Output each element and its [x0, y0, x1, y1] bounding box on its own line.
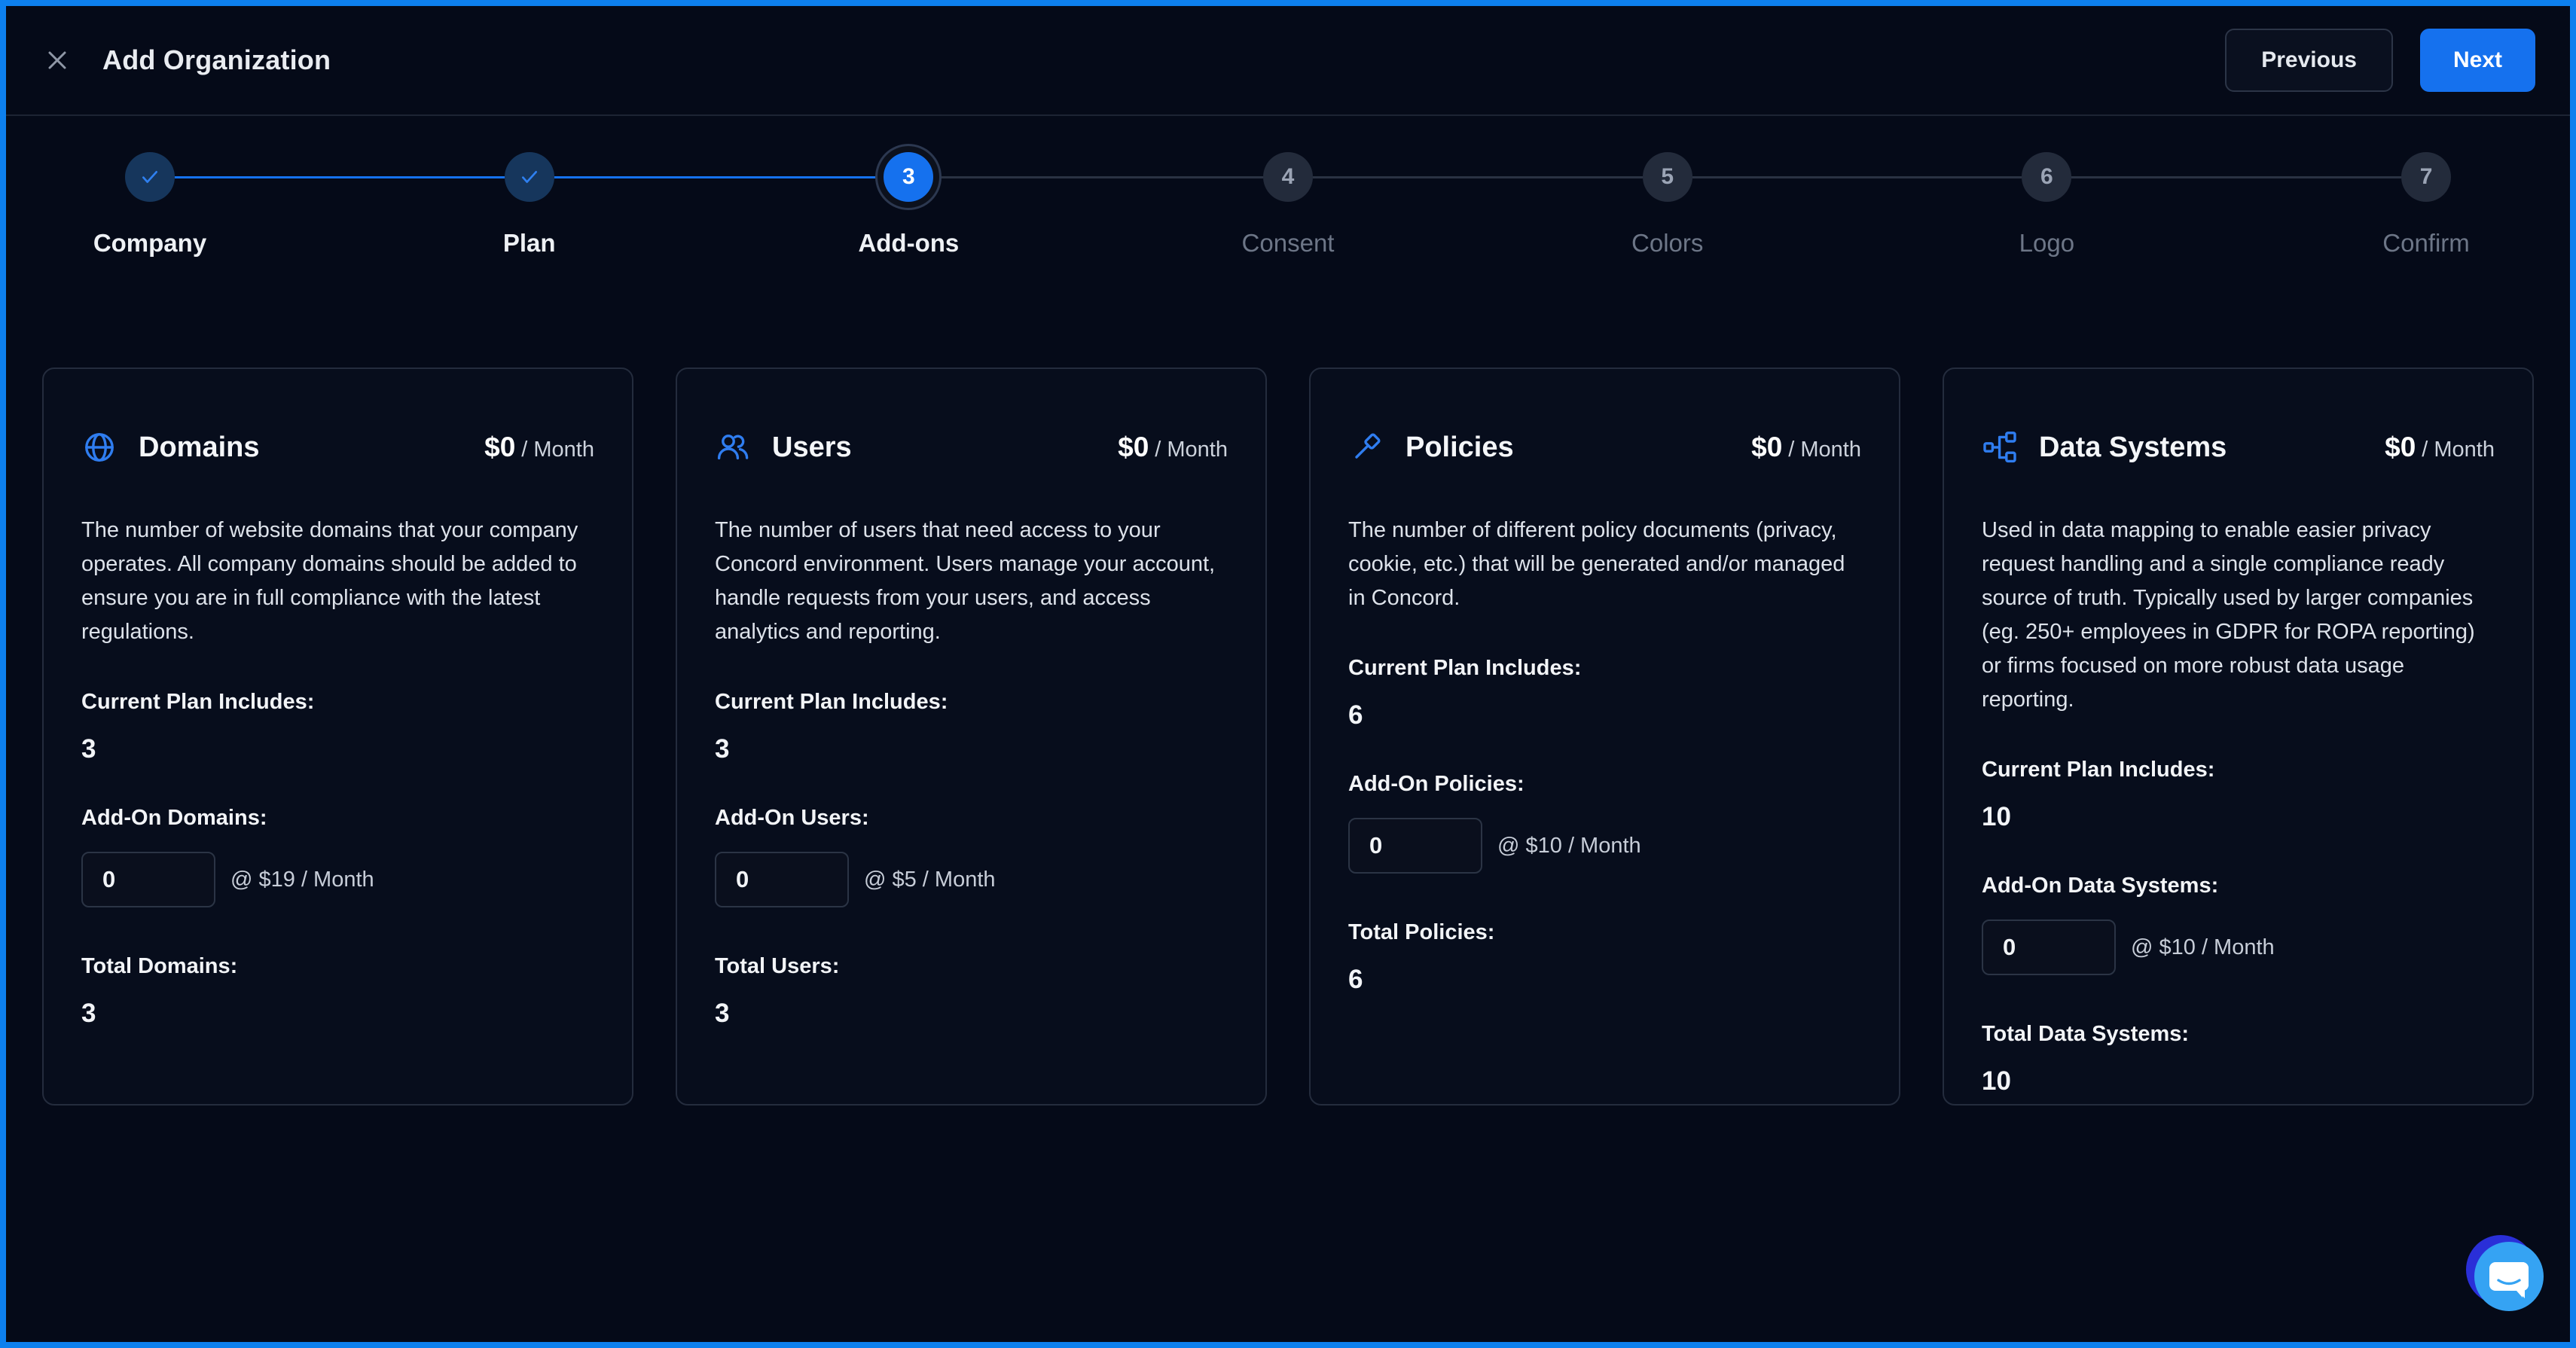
add-organization-modal: Add Organization Previous Next Company P…	[0, 0, 2576, 1348]
card-description: Used in data mapping to enable easier pr…	[1982, 514, 2495, 717]
addon-label: Add-On Users:	[715, 807, 1228, 829]
step-number: 4	[1263, 152, 1313, 202]
step-colors[interactable]: 5 Colors	[1643, 152, 1692, 202]
step-connector	[1313, 176, 1643, 178]
current-plan-label: Current Plan Includes:	[715, 691, 1228, 713]
total-label: Total Data Systems:	[1982, 1023, 2495, 1045]
card-price: $0 / Month	[2385, 432, 2495, 463]
step-number: 5	[1643, 152, 1692, 202]
step-label: Plan	[503, 229, 556, 258]
step-connector	[1692, 176, 2022, 178]
step-number: 3	[884, 152, 933, 202]
step-connector	[175, 176, 505, 178]
modal-header: Add Organization Previous Next	[6, 6, 2570, 116]
addon-policies-input[interactable]	[1348, 818, 1482, 874]
step-label: Colors	[1631, 229, 1703, 258]
current-plan-value: 10	[1982, 804, 2495, 830]
check-icon	[505, 152, 554, 202]
users-card: Users $0 / Month The number of users tha…	[676, 367, 1267, 1106]
card-price: $0 / Month	[484, 432, 594, 463]
addon-domains-input[interactable]	[81, 852, 215, 907]
card-title: Data Systems	[2039, 432, 2227, 464]
addon-data-systems-input[interactable]	[1982, 920, 2116, 975]
step-number: 7	[2401, 152, 2451, 202]
check-icon	[125, 152, 175, 202]
step-label: Consent	[1242, 229, 1335, 258]
previous-button[interactable]: Previous	[2225, 29, 2393, 92]
card-description: The number of users that need access to …	[715, 514, 1228, 649]
step-label: Logo	[2019, 229, 2074, 258]
step-confirm[interactable]: 7 Confirm	[2401, 152, 2451, 202]
step-consent[interactable]: 4 Consent	[1263, 152, 1313, 202]
card-title: Domains	[139, 432, 259, 464]
card-title: Users	[772, 432, 852, 464]
globe-icon	[81, 429, 118, 465]
total-value: 3	[81, 1000, 594, 1026]
step-add-ons[interactable]: 3 Add-ons	[884, 152, 933, 202]
wizard-stepper: Company Plan 3 Add-ons 4 Consent 5 Color…	[6, 152, 2570, 202]
step-label: Confirm	[2382, 229, 2470, 258]
add-ons-cards: Domains $0 / Month The number of website…	[6, 367, 2570, 1106]
card-description: The number of different policy documents…	[1348, 514, 1861, 615]
policies-card: Policies $0 / Month The number of differ…	[1309, 367, 1900, 1106]
addon-label: Add-On Policies:	[1348, 773, 1861, 795]
step-logo[interactable]: 6 Logo	[2022, 152, 2071, 202]
data-systems-icon	[1982, 429, 2018, 465]
step-label: Company	[93, 229, 206, 258]
addon-rate: @ $10 / Month	[1497, 834, 1641, 859]
total-label: Total Users:	[715, 956, 1228, 977]
step-plan[interactable]: Plan	[505, 152, 554, 202]
current-plan-label: Current Plan Includes:	[1348, 657, 1861, 679]
addon-label: Add-On Domains:	[81, 807, 594, 829]
current-plan-label: Current Plan Includes:	[81, 691, 594, 713]
total-value: 10	[1982, 1068, 2495, 1094]
step-company[interactable]: Company	[125, 152, 175, 202]
step-connector	[2071, 176, 2401, 178]
chat-launcher-button[interactable]	[2465, 1235, 2549, 1319]
users-icon	[715, 429, 751, 465]
addon-users-input[interactable]	[715, 852, 849, 907]
addon-rate: @ $19 / Month	[230, 868, 374, 892]
card-price: $0 / Month	[1118, 432, 1228, 463]
total-label: Total Domains:	[81, 956, 594, 977]
addon-label: Add-On Data Systems:	[1982, 875, 2495, 897]
close-icon[interactable]	[41, 44, 74, 77]
total-label: Total Policies:	[1348, 922, 1861, 944]
total-value: 3	[715, 1000, 1228, 1026]
gavel-icon	[1348, 429, 1384, 465]
domains-card: Domains $0 / Month The number of website…	[42, 367, 633, 1106]
total-value: 6	[1348, 966, 1861, 993]
step-connector	[933, 176, 1263, 178]
step-number: 6	[2022, 152, 2071, 202]
next-button[interactable]: Next	[2420, 29, 2535, 92]
current-plan-value: 6	[1348, 702, 1861, 728]
addon-rate: @ $10 / Month	[2131, 935, 2275, 960]
current-plan-value: 3	[81, 736, 594, 762]
card-description: The number of website domains that your …	[81, 514, 594, 649]
card-title: Policies	[1406, 432, 1514, 464]
step-connector	[554, 176, 884, 178]
step-label: Add-ons	[858, 229, 959, 258]
current-plan-value: 3	[715, 736, 1228, 762]
addon-rate: @ $5 / Month	[864, 868, 996, 892]
card-price: $0 / Month	[1751, 432, 1861, 463]
data-systems-card: Data Systems $0 / Month Used in data map…	[1943, 367, 2534, 1106]
page-title: Add Organization	[102, 44, 331, 76]
current-plan-label: Current Plan Includes:	[1982, 759, 2495, 781]
